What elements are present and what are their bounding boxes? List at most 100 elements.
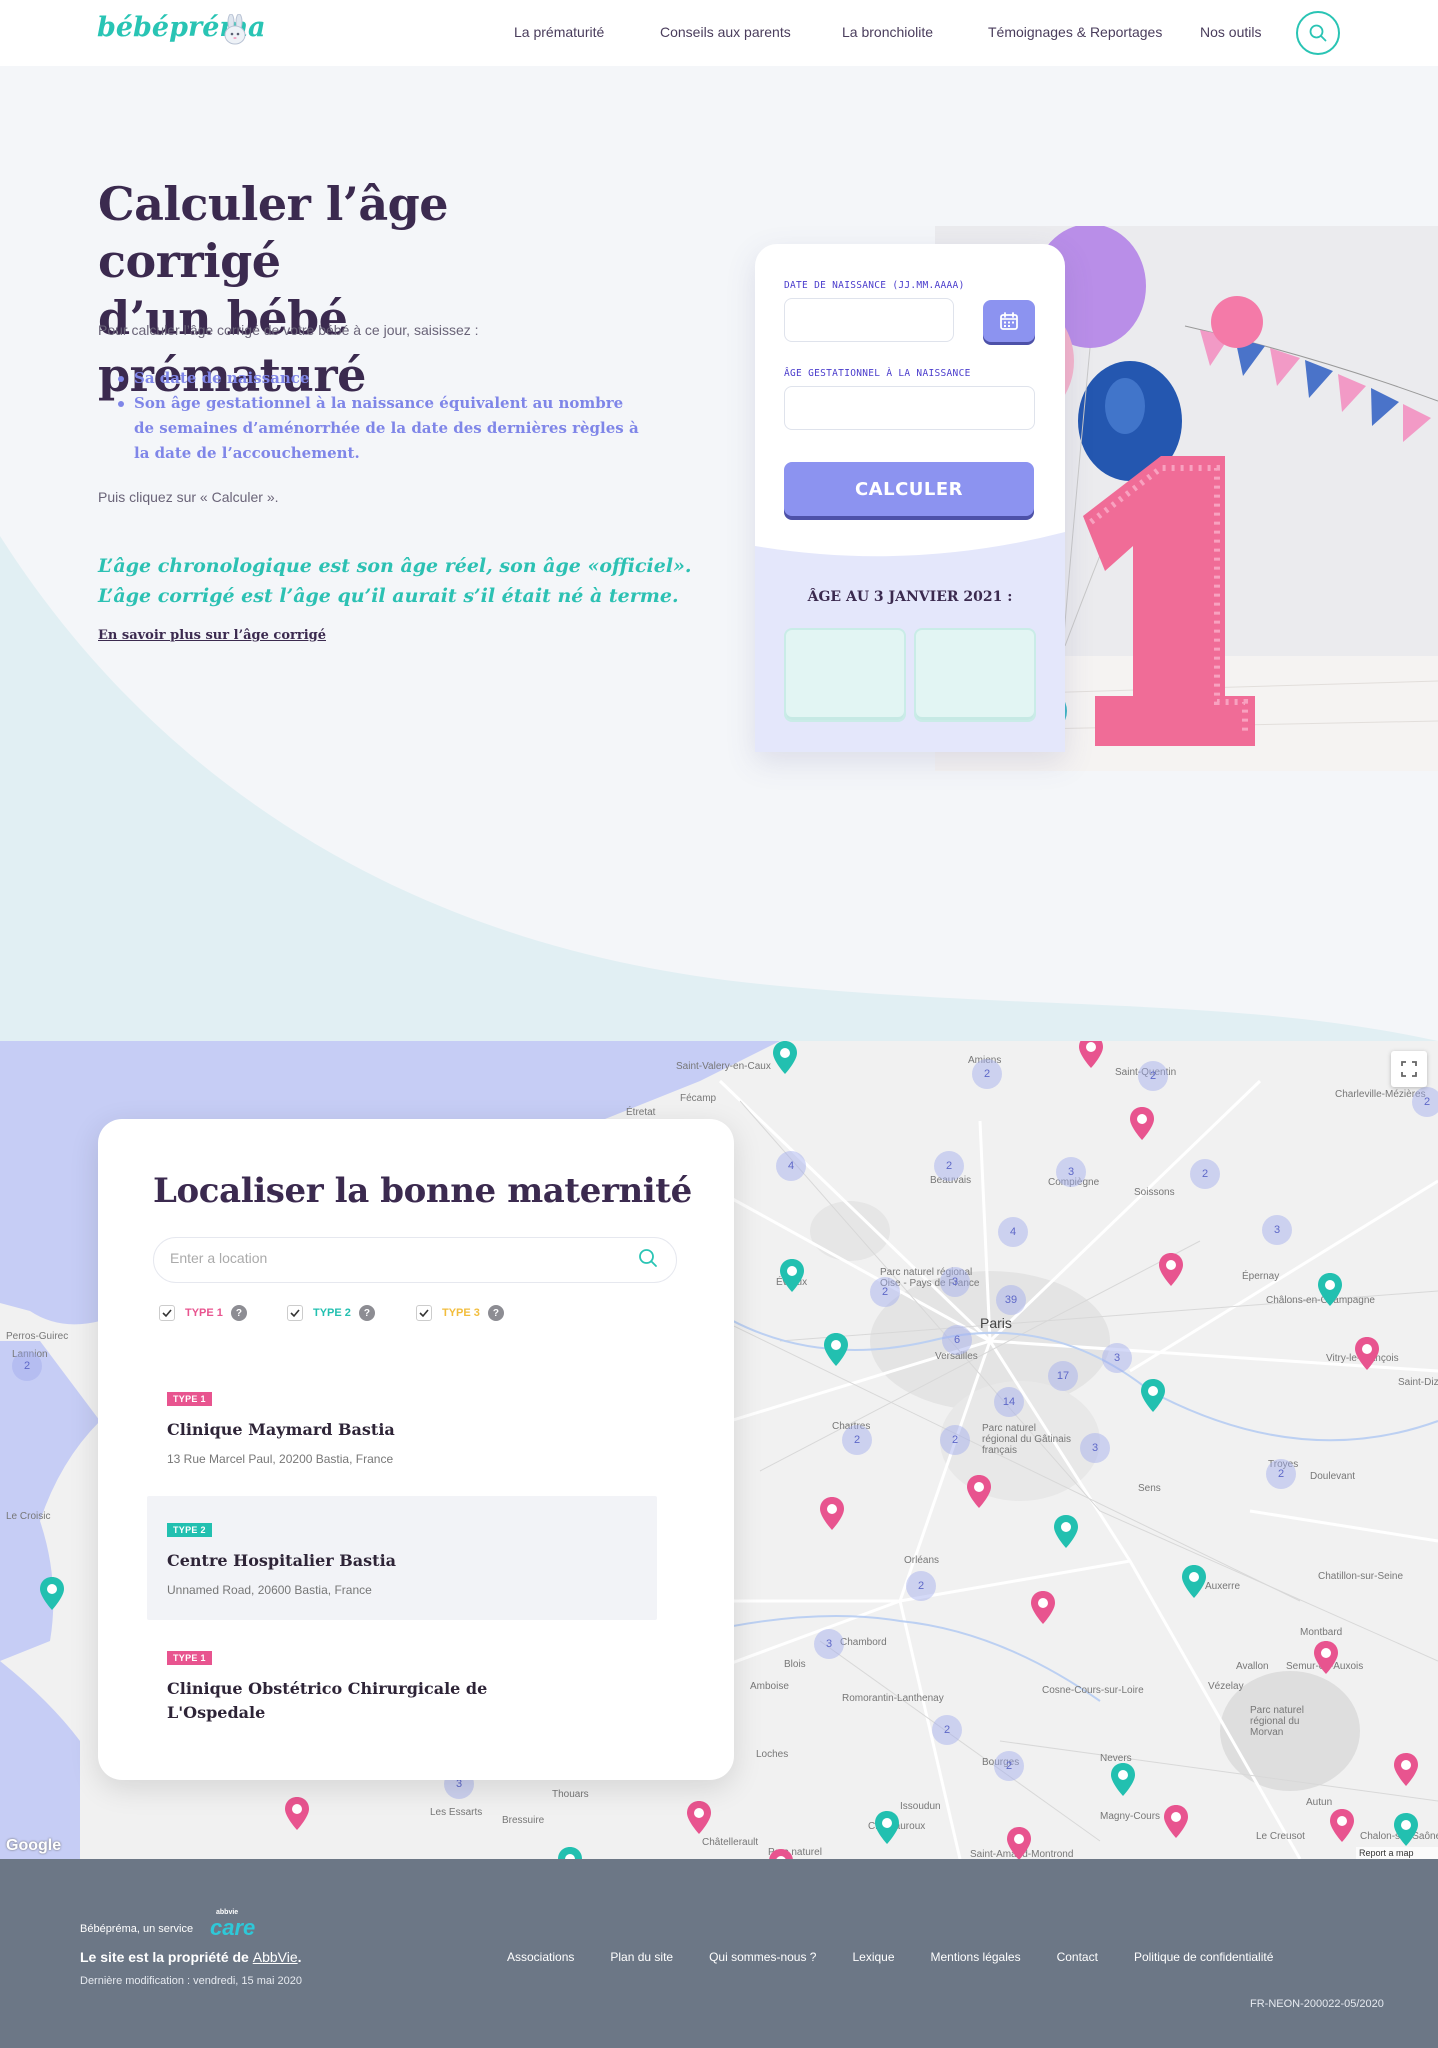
type-3-help-icon[interactable]: ?: [487, 1305, 504, 1321]
calculate-button[interactable]: CALCULER: [784, 462, 1034, 516]
location-search-field: [153, 1237, 677, 1283]
map-cluster[interactable]: 2: [1138, 1061, 1168, 1091]
teal-map-pin-icon[interactable]: [779, 1259, 805, 1293]
abbvie-link[interactable]: AbbVie: [253, 1949, 298, 1965]
map-cluster[interactable]: 3: [1102, 1343, 1132, 1373]
map-cluster[interactable]: 2: [994, 1751, 1024, 1781]
map-cluster[interactable]: 39: [996, 1285, 1026, 1315]
map-cluster[interactable]: 2: [842, 1425, 872, 1455]
map-cluster[interactable]: 4: [998, 1217, 1028, 1247]
maternity-map[interactable]: Saint-Valery-en-Caux Fécamp Étretat Amie…: [0, 1041, 1438, 1859]
map-cluster[interactable]: 2: [1190, 1159, 1220, 1189]
pink-map-pin-icon[interactable]: [1158, 1253, 1184, 1287]
location-search-input[interactable]: [170, 1250, 610, 1266]
nav-prematurite[interactable]: La prématurité: [514, 24, 606, 40]
pink-map-pin-icon[interactable]: [1030, 1591, 1056, 1625]
abbvie-care-logo[interactable]: abbvie care: [210, 1909, 255, 1941]
teal-map-pin-icon[interactable]: [39, 1577, 65, 1611]
pink-map-pin-icon[interactable]: [966, 1475, 992, 1509]
teal-map-pin-icon[interactable]: [1053, 1515, 1079, 1549]
footer-link-politique-confidentialite[interactable]: Politique de confidentialité: [1134, 1950, 1273, 1964]
filter-type-2[interactable]: TYPE 2 ?: [287, 1305, 375, 1321]
abbvie-care-logo-small: abbvie: [216, 1909, 239, 1916]
map-cluster[interactable]: 4: [776, 1151, 806, 1181]
map-cluster[interactable]: 2: [12, 1351, 42, 1381]
map-cluster[interactable]: 3: [1056, 1157, 1086, 1187]
footer-link-contact[interactable]: Contact: [1057, 1950, 1098, 1964]
search-icon[interactable]: [638, 1248, 658, 1268]
nav-temoignages[interactable]: Témoignages & Reportages: [988, 24, 1162, 40]
map-cluster[interactable]: 2: [940, 1425, 970, 1455]
footer-link-associations[interactable]: Associations: [507, 1950, 574, 1964]
calculator-intro: Pour calculer l’âge corrigé de votre béb…: [98, 322, 479, 338]
gestational-age-input[interactable]: [784, 386, 1035, 430]
pink-map-pin-icon[interactable]: [1006, 1827, 1032, 1859]
teal-map-pin-icon[interactable]: [557, 1847, 583, 1859]
map-cluster[interactable]: 3: [814, 1629, 844, 1659]
birth-date-input[interactable]: [784, 298, 954, 342]
type-3-checkbox[interactable]: [416, 1305, 432, 1321]
pink-map-pin-icon[interactable]: [1313, 1641, 1339, 1675]
teal-map-pin-icon[interactable]: [1140, 1379, 1166, 1413]
report-map-error-link[interactable]: Report a map error: [1356, 1847, 1438, 1859]
map-cluster[interactable]: 2: [906, 1571, 936, 1601]
map-cluster[interactable]: 2: [934, 1151, 964, 1181]
map-label: Parc naturel régional du Gâtinais frança…: [982, 1423, 1071, 1456]
footer-link-plan-du-site[interactable]: Plan du site: [610, 1950, 673, 1964]
pink-map-pin-icon[interactable]: [1393, 1753, 1419, 1787]
map-cluster[interactable]: 2: [1266, 1459, 1296, 1489]
map-cluster[interactable]: 3: [940, 1267, 970, 1297]
pink-map-pin-icon[interactable]: [819, 1497, 845, 1531]
map-cluster[interactable]: 2: [870, 1277, 900, 1307]
footer-link-qui-sommes-nous[interactable]: Qui sommes-nous ?: [709, 1950, 816, 1964]
map-label: Autun: [1306, 1797, 1333, 1808]
map-label: Le Creusot: [1256, 1831, 1305, 1842]
map-cluster[interactable]: 6: [942, 1325, 972, 1355]
map-cluster[interactable]: 17: [1048, 1361, 1078, 1391]
pink-map-pin-icon[interactable]: [1163, 1805, 1189, 1839]
teal-map-pin-icon[interactable]: [772, 1041, 798, 1075]
pink-map-pin-icon[interactable]: [1129, 1107, 1155, 1141]
map-cluster[interactable]: 3: [1262, 1215, 1292, 1245]
pink-map-pin-icon[interactable]: [284, 1797, 310, 1831]
header-search-button[interactable]: [1296, 11, 1340, 55]
teal-map-pin-icon[interactable]: [1181, 1565, 1207, 1599]
nav-bronchiolite[interactable]: La bronchiolite: [842, 24, 934, 40]
pink-map-pin-icon[interactable]: [1078, 1041, 1104, 1069]
map-label: Saint-Dizier: [1398, 1377, 1438, 1388]
filter-type-3[interactable]: TYPE 3 ?: [416, 1305, 504, 1321]
type-1-checkbox[interactable]: [159, 1305, 175, 1321]
maternity-result-item[interactable]: TYPE 1 Clinique Maymard Bastia 13 Rue Ma…: [147, 1379, 657, 1489]
pink-map-pin-icon[interactable]: [1329, 1809, 1355, 1843]
calendar-picker-button[interactable]: [983, 300, 1035, 342]
maternity-result-item-selected[interactable]: TYPE 2 Centre Hospitalier Bastia Unnamed…: [147, 1496, 657, 1620]
quote-line-1: L’âge chronologique est son âge réel, so…: [98, 555, 692, 577]
nav-conseils-parents[interactable]: Conseils aux parents: [660, 24, 791, 40]
learn-more-link[interactable]: En savoir plus sur l’âge corrigé: [98, 628, 326, 643]
teal-map-pin-icon[interactable]: [1393, 1813, 1419, 1847]
teal-map-pin-icon[interactable]: [1110, 1763, 1136, 1797]
map-cluster[interactable]: 14: [994, 1387, 1024, 1417]
map-fullscreen-button[interactable]: [1391, 1051, 1427, 1087]
maternity-result-item[interactable]: TYPE 1 Clinique Obstétrico Chirurgicale …: [147, 1640, 657, 1740]
footer-last-modified: Dernière modification : vendredi, 15 mai…: [80, 1975, 302, 1987]
teal-map-pin-icon[interactable]: [823, 1333, 849, 1367]
filter-type-1[interactable]: TYPE 1 ?: [159, 1305, 247, 1321]
teal-map-pin-icon[interactable]: [874, 1811, 900, 1845]
pink-map-pin-icon[interactable]: [1354, 1337, 1380, 1371]
map-cluster[interactable]: 3: [1080, 1433, 1110, 1463]
type-2-help-icon[interactable]: ?: [358, 1305, 375, 1321]
footer-link-lexique[interactable]: Lexique: [852, 1950, 894, 1964]
map-cluster[interactable]: 2: [932, 1715, 962, 1745]
type-1-help-icon[interactable]: ?: [230, 1305, 247, 1321]
footer-link-mentions-legales[interactable]: Mentions légales: [931, 1950, 1021, 1964]
map-cluster[interactable]: 2: [1412, 1087, 1438, 1117]
pink-map-pin-icon[interactable]: [768, 1849, 794, 1859]
map-label: Fécamp: [680, 1093, 717, 1104]
result-name: Clinique Obstétrico Chirurgicale de L'Os…: [167, 1677, 637, 1725]
teal-map-pin-icon[interactable]: [1317, 1273, 1343, 1307]
pink-map-pin-icon[interactable]: [686, 1801, 712, 1835]
type-2-checkbox[interactable]: [287, 1305, 303, 1321]
map-cluster[interactable]: 2: [972, 1059, 1002, 1089]
nav-nos-outils[interactable]: Nos outils: [1200, 24, 1262, 40]
